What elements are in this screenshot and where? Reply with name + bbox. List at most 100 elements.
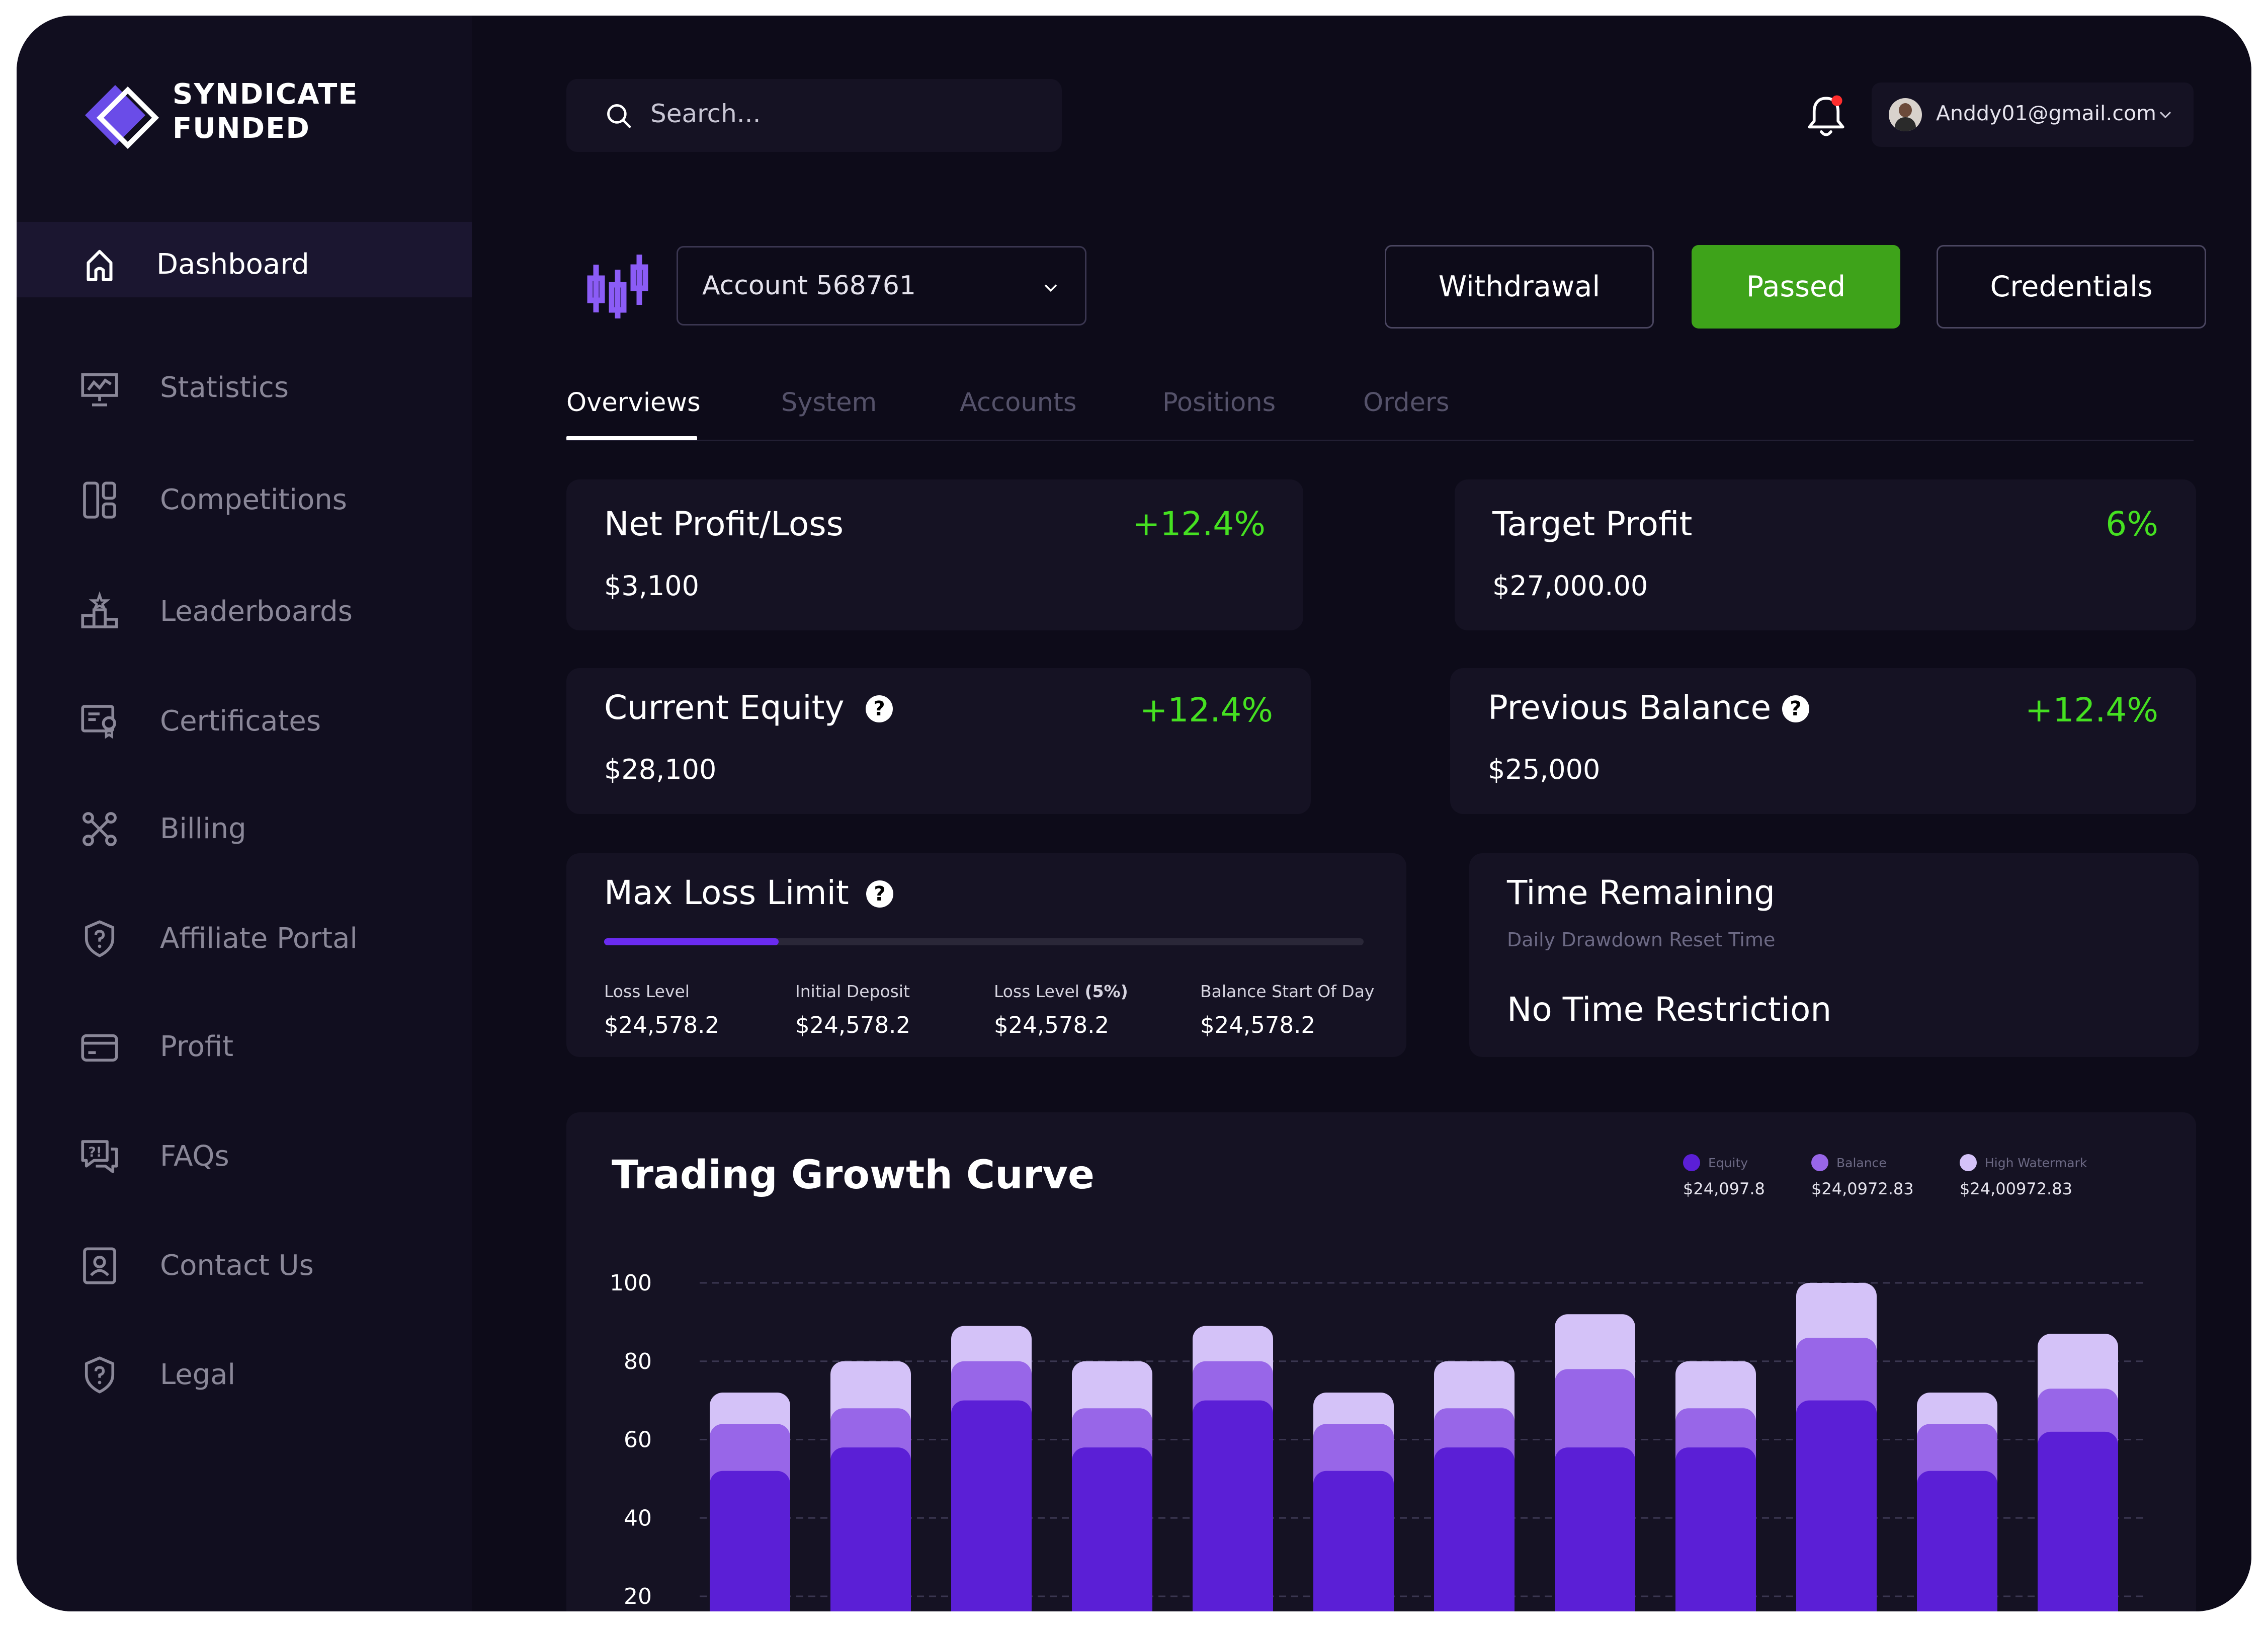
passed-button-label: Passed — [1746, 270, 1846, 303]
previous-balance-card: Previous Balance ? +12.4% $25,000 — [1450, 668, 2196, 814]
bar-equity-oct — [1796, 1400, 1877, 1611]
shield-question-icon — [77, 1352, 122, 1398]
card-title: Max Loss Limit — [604, 873, 849, 912]
sidebar-item-dashboard[interactable]: Dashboard — [17, 222, 472, 297]
sidebar-item-legal[interactable]: Legal — [17, 1332, 472, 1408]
user-email: Anddy01@gmail.com — [1936, 101, 2156, 125]
trading-growth-chart-card: Trading Growth Curve Equity $24,097.8 Bala… — [566, 1112, 2196, 1611]
sidebar-item-label: Competitions — [160, 483, 347, 516]
change-percent: +12.4% — [1140, 691, 1273, 729]
account-select-label: Account 568761 — [702, 271, 916, 301]
search-input[interactable]: Search... — [566, 79, 1062, 152]
card-value: $3,100 — [604, 570, 699, 602]
card-value: $28,100 — [604, 754, 717, 785]
sidebar-item-label: Contact Us — [160, 1249, 314, 1282]
card-title: Net Profit/Loss — [604, 505, 844, 543]
bar-equity-feb — [830, 1447, 911, 1611]
sidebar-item-label: Leaderboards — [160, 595, 353, 628]
help-icon[interactable]: ? — [1782, 695, 1809, 722]
chart-plot: 20406080100JanFebMarAprMayJunJulAugSepOc… — [610, 1270, 2148, 1611]
bar-equity-jul — [1434, 1447, 1515, 1611]
stat-label-suffix: (5%) — [1084, 982, 1128, 1001]
contact-card-icon — [77, 1243, 122, 1288]
avatar — [1889, 98, 1922, 131]
tab-orders[interactable]: Orders — [1363, 388, 1450, 418]
credentials-button[interactable]: Credentials — [1937, 245, 2206, 329]
main-content: Search... Anddy01@gmail.com Account 5687… — [472, 16, 2251, 1611]
net-profit-card: Net Profit/Loss +12.4% $3,100 — [566, 479, 1303, 630]
stat-label: Loss Level — [604, 982, 690, 1001]
bell-icon — [1808, 95, 1844, 136]
y-tick-label: 100 — [610, 1270, 652, 1296]
change-percent: +12.4% — [1132, 505, 1266, 543]
loss-progress-track — [604, 938, 1364, 945]
card-value: No Time Restriction — [1507, 990, 1832, 1029]
search-icon — [607, 104, 631, 128]
sidebar-item-affiliate-portal[interactable]: Affiliate Portal — [17, 896, 472, 971]
podium-icon — [77, 589, 122, 634]
svg-text:?!: ?! — [89, 1145, 102, 1160]
card-title: Time Remaining — [1507, 873, 1775, 912]
tab-overviews[interactable]: Overviews — [566, 388, 701, 418]
stat-value: $24,578.2 — [795, 1012, 911, 1038]
help-icon[interactable]: ? — [866, 695, 893, 722]
bar-equity-nov — [1917, 1471, 1997, 1611]
sidebar-item-label: Dashboard — [156, 248, 309, 281]
sidebar-item-label: Certificates — [160, 705, 321, 738]
help-icon[interactable]: ? — [866, 880, 893, 908]
stat-label-text: Loss Level — [994, 982, 1079, 1001]
sidebar-item-label: Affiliate Portal — [160, 922, 358, 955]
sidebar-item-billing[interactable]: Billing — [17, 786, 472, 862]
sidebar-item-statistics[interactable]: Statistics — [17, 345, 472, 421]
search-placeholder: Search... — [650, 99, 761, 128]
brand-name: SYNDICATE FUNDED — [173, 77, 359, 146]
sidebar-item-label: Billing — [160, 812, 246, 845]
sidebar-item-label: Profit — [160, 1030, 234, 1063]
y-tick-label: 80 — [624, 1349, 652, 1374]
stat-value: $24,578.2 — [1200, 1012, 1316, 1038]
y-tick-label: 40 — [624, 1505, 652, 1531]
sidebar-item-certificates[interactable]: Certificates — [17, 679, 472, 754]
bar-equity-jan — [710, 1471, 790, 1611]
bar-equity-mar — [951, 1400, 1032, 1611]
sidebar-item-profit[interactable]: Profit — [17, 1004, 472, 1080]
chevron-down-icon — [1044, 284, 1057, 292]
current-equity-card: Current Equity ? +12.4% $28,100 — [566, 668, 1311, 814]
tab-positions[interactable]: Positions — [1162, 388, 1276, 418]
notifications-button[interactable] — [1802, 91, 1850, 141]
chevron-down-icon — [2159, 111, 2171, 119]
sidebar-item-contact-us[interactable]: Contact Us — [17, 1223, 472, 1298]
tab-accounts[interactable]: Accounts — [960, 388, 1077, 418]
stat-value: $24,578.2 — [604, 1012, 720, 1038]
sidebar-item-competitions[interactable]: Competitions — [17, 457, 472, 533]
tabs-divider — [566, 440, 2194, 441]
active-tab-underline — [566, 436, 697, 440]
bar-equity-sep — [1675, 1447, 1756, 1611]
brand-line2: FUNDED — [173, 112, 310, 145]
sidebar-item-label: Legal — [160, 1358, 236, 1391]
bar-equity-may — [1193, 1400, 1273, 1611]
passed-button[interactable]: Passed — [1692, 245, 1900, 329]
account-select[interactable]: Account 568761 — [677, 246, 1086, 326]
layout-panels-icon — [77, 477, 122, 523]
tab-system[interactable]: System — [781, 388, 877, 418]
sidebar-item-leaderboards[interactable]: Leaderboards — [17, 569, 472, 644]
sidebar-item-label: Statistics — [160, 371, 289, 404]
sidebar: SYNDICATE FUNDED Dashboard Statistics Comp… — [17, 16, 472, 1611]
y-tick-label: 60 — [624, 1427, 652, 1453]
sidebar-item-faqs[interactable]: ?! FAQs — [17, 1114, 472, 1189]
y-tick-label: 20 — [624, 1584, 652, 1609]
presentation-chart-icon — [77, 365, 122, 411]
sidebar-item-label: FAQs — [160, 1140, 229, 1173]
certificate-icon — [77, 699, 122, 744]
time-remaining-card: Time Remaining Daily Drawdown Reset Time… — [1469, 853, 2199, 1057]
change-percent: +12.4% — [2025, 691, 2158, 729]
brand-line1: SYNDICATE — [173, 78, 359, 111]
withdrawal-button[interactable]: Withdrawal — [1385, 245, 1654, 329]
user-menu[interactable]: Anddy01@gmail.com — [1872, 83, 2194, 147]
bar-equity-jun — [1313, 1471, 1394, 1611]
stat-label: Loss Level (5%) — [994, 982, 1128, 1001]
target-profit-card: Target Profit 6% $27,000.00 — [1455, 479, 2196, 630]
candlestick-icon — [585, 247, 650, 322]
loss-progress-fill — [604, 938, 779, 945]
